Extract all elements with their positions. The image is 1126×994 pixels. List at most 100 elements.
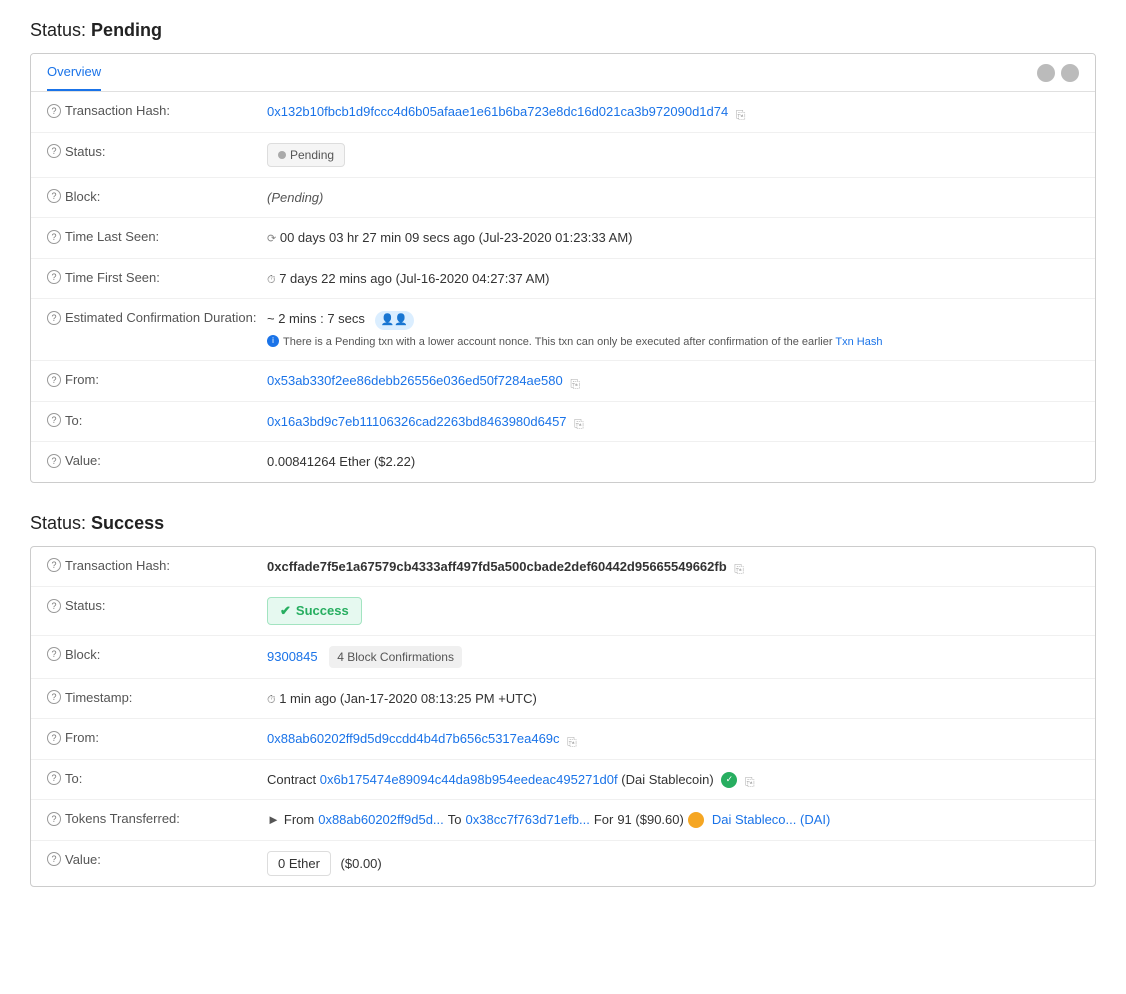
pending-time-last-seen-value: ⟳ 00 days 03 hr 27 min 09 secs ago (Jul-… bbox=[267, 228, 1079, 248]
question-icon-success-tokens: ? bbox=[47, 812, 61, 826]
question-icon-success-timestamp: ? bbox=[47, 690, 61, 704]
pending-section-title: Status: Pending bbox=[30, 20, 1096, 41]
pending-time-first-seen-label: ? Time First Seen: bbox=[47, 269, 267, 285]
copy-icon-success-to[interactable]: ⎘ bbox=[745, 773, 759, 787]
question-icon-success-status: ? bbox=[47, 599, 61, 613]
est-conf-badge: 👤👤 bbox=[375, 311, 414, 330]
copy-icon-success-hash[interactable]: ⎘ bbox=[734, 560, 748, 574]
question-icon-time-last: ? bbox=[47, 230, 61, 244]
success-block-row: ? Block: 9300845 4 Block Confirmations bbox=[31, 636, 1095, 679]
pending-value-value: 0.00841264 Ether ($2.22) bbox=[267, 452, 1079, 472]
pending-badge: Pending bbox=[267, 143, 345, 167]
info-dot: i bbox=[267, 335, 279, 347]
pending-time-last-seen-label: ? Time Last Seen: bbox=[47, 228, 267, 244]
success-from-value: 0x88ab60202ff9d5d9ccdd4b4d7b656c5317ea46… bbox=[267, 729, 1079, 749]
success-block-label: ? Block: bbox=[47, 646, 267, 662]
value-ether-box: 0 Ether bbox=[267, 851, 331, 877]
pending-to-value: 0x16a3bd9c7eb11106326cad2263bd8463980d64… bbox=[267, 412, 1079, 432]
question-icon-success-hash: ? bbox=[47, 558, 61, 572]
success-status-label: ? Status: bbox=[47, 597, 267, 613]
question-icon-success-to: ? bbox=[47, 771, 61, 785]
check-icon: ✔ bbox=[280, 601, 291, 621]
pending-tx-hash-row: ? Transaction Hash: 0x132b10fbcb1d9fccc4… bbox=[31, 92, 1095, 133]
pending-value-label: ? Value: bbox=[47, 452, 267, 468]
pending-card: Overview ? Transaction Hash: 0x132b10fbc… bbox=[30, 53, 1096, 483]
tokens-to-link[interactable]: 0x38cc7f763d71efb... bbox=[466, 810, 590, 830]
pending-time-first-seen-row: ? Time First Seen: ⏱ 7 days 22 mins ago … bbox=[31, 259, 1095, 300]
question-icon-success-value: ? bbox=[47, 852, 61, 866]
pending-value-row: ? Value: 0.00841264 Ether ($2.22) bbox=[31, 442, 1095, 482]
success-tx-hash-value: 0xcffade7f5e1a67579cb4333aff497fd5a500cb… bbox=[267, 557, 1079, 577]
pending-time-last-seen-row: ? Time Last Seen: ⟳ 00 days 03 hr 27 min… bbox=[31, 218, 1095, 259]
clock-icon-success: ⏱ bbox=[267, 694, 276, 706]
pending-from-row: ? From: 0x53ab330f2ee86debb26556e036ed50… bbox=[31, 361, 1095, 402]
success-block-value: 9300845 4 Block Confirmations bbox=[267, 646, 1079, 668]
spinner-icon: ⟳ bbox=[267, 231, 276, 248]
success-value-value: 0 Ether ($0.00) bbox=[267, 851, 1079, 877]
success-tokens-label: ? Tokens Transferred: bbox=[47, 810, 267, 826]
pending-est-conf-label: ? Estimated Confirmation Duration: bbox=[47, 309, 267, 325]
dai-token-icon bbox=[688, 812, 704, 828]
txn-hash-link[interactable]: Txn Hash bbox=[835, 336, 882, 348]
success-card: ? Transaction Hash: 0xcffade7f5e1a67579c… bbox=[30, 546, 1096, 888]
pending-from-value: 0x53ab330f2ee86debb26556e036ed50f7284ae5… bbox=[267, 371, 1079, 391]
pending-status-label: ? Status: bbox=[47, 143, 267, 159]
pending-est-conf-value: ~ 2 mins : 7 secs 👤👤 i There is a Pendin… bbox=[267, 309, 1079, 350]
pending-tab-bar: Overview bbox=[31, 54, 1095, 92]
pending-time-first-seen-value: ⏱ 7 days 22 mins ago (Jul-16-2020 04:27:… bbox=[267, 269, 1079, 289]
circle-icon-2 bbox=[1061, 64, 1079, 82]
clock-icon-first: ⏱ bbox=[267, 274, 276, 286]
pending-block-row: ? Block: (Pending) bbox=[31, 178, 1095, 219]
pending-status-value: Pending bbox=[267, 143, 1079, 167]
question-icon: ? bbox=[47, 104, 61, 118]
question-icon-est-conf: ? bbox=[47, 311, 61, 325]
copy-icon-success-from[interactable]: ⎘ bbox=[567, 733, 581, 747]
pending-tx-hash-link[interactable]: 0x132b10fbcb1d9fccc4d6b05afaae1e61b6ba72… bbox=[267, 104, 728, 119]
block-confirmations-badge: 4 Block Confirmations bbox=[329, 646, 462, 668]
success-to-value: Contract 0x6b175474e89094c44da98b954eede… bbox=[267, 770, 1079, 790]
question-icon-block: ? bbox=[47, 189, 61, 203]
question-icon-to: ? bbox=[47, 413, 61, 427]
success-timestamp-value: ⏱ 1 min ago (Jan-17-2020 08:13:25 PM +UT… bbox=[267, 689, 1079, 709]
success-block-number[interactable]: 9300845 bbox=[267, 649, 318, 664]
tab-overview-pending[interactable]: Overview bbox=[47, 54, 101, 91]
success-from-label: ? From: bbox=[47, 729, 267, 745]
pending-block-label: ? Block: bbox=[47, 188, 267, 204]
copy-icon-pending-hash[interactable]: ⎘ bbox=[736, 106, 750, 120]
question-icon-success-block: ? bbox=[47, 647, 61, 661]
success-timestamp-row: ? Timestamp: ⏱ 1 min ago (Jan-17-2020 08… bbox=[31, 679, 1095, 720]
pending-to-link[interactable]: 0x16a3bd9c7eb11106326cad2263bd8463980d64… bbox=[267, 414, 567, 429]
pending-tx-hash-label: ? Transaction Hash: bbox=[47, 102, 267, 118]
pending-to-row: ? To: 0x16a3bd9c7eb11106326cad2263bd8463… bbox=[31, 402, 1095, 443]
success-status-value: ✔ Success bbox=[267, 597, 1079, 625]
success-timestamp-label: ? Timestamp: bbox=[47, 689, 267, 705]
success-from-link[interactable]: 0x88ab60202ff9d5d9ccdd4b4d7b656c5317ea46… bbox=[267, 731, 560, 746]
pending-to-label: ? To: bbox=[47, 412, 267, 428]
pending-est-conf-note: i There is a Pending txn with a lower ac… bbox=[267, 334, 1079, 351]
success-value-label: ? Value: bbox=[47, 851, 267, 867]
pending-from-label: ? From: bbox=[47, 371, 267, 387]
pending-est-conf-row: ? Estimated Confirmation Duration: ~ 2 m… bbox=[31, 299, 1095, 361]
circle-icon-1 bbox=[1037, 64, 1055, 82]
success-badge: ✔ Success bbox=[267, 597, 362, 625]
success-tx-hash-label: ? Transaction Hash: bbox=[47, 557, 267, 573]
question-icon-from: ? bbox=[47, 373, 61, 387]
success-contract-address[interactable]: 0x6b175474e89094c44da98b954eedeac495271d… bbox=[320, 772, 618, 787]
copy-icon-pending-to[interactable]: ⎘ bbox=[574, 415, 588, 429]
pending-block-value: (Pending) bbox=[267, 188, 1079, 208]
success-to-label: ? To: bbox=[47, 770, 267, 786]
dai-token-link[interactable]: Dai Stableco... (DAI) bbox=[712, 810, 831, 830]
success-to-row: ? To: Contract 0x6b175474e89094c44da98b9… bbox=[31, 760, 1095, 801]
success-from-row: ? From: 0x88ab60202ff9d5d9ccdd4b4d7b656c… bbox=[31, 719, 1095, 760]
contract-verified-icon: ✓ bbox=[721, 772, 737, 788]
success-status-row: ? Status: ✔ Success bbox=[31, 587, 1095, 636]
success-tokens-value: ► From 0x88ab60202ff9d5d... To 0x38cc7f7… bbox=[267, 810, 1079, 830]
pending-dot bbox=[278, 151, 286, 159]
success-value-row: ? Value: 0 Ether ($0.00) bbox=[31, 841, 1095, 887]
arrow-right-icon: ► bbox=[267, 810, 280, 830]
copy-icon-pending-from[interactable]: ⎘ bbox=[570, 375, 584, 389]
pending-from-link[interactable]: 0x53ab330f2ee86debb26556e036ed50f7284ae5… bbox=[267, 373, 563, 388]
tokens-from-link[interactable]: 0x88ab60202ff9d5d... bbox=[318, 810, 444, 830]
success-tokens-row: ? Tokens Transferred: ► From 0x88ab60202… bbox=[31, 800, 1095, 841]
question-icon-value: ? bbox=[47, 454, 61, 468]
